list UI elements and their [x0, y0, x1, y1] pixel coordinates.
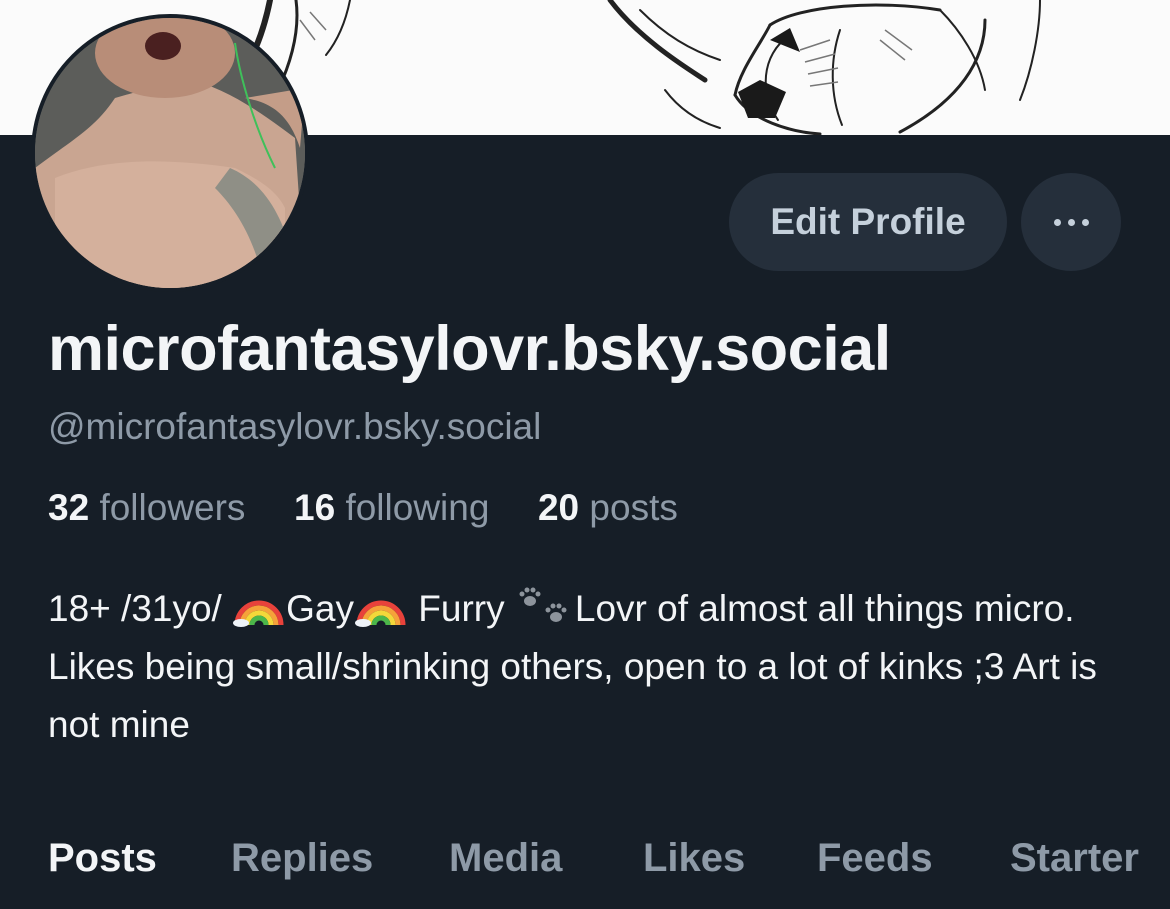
bio-text-age: 18+ /31yo/ [48, 588, 233, 629]
edit-profile-button[interactable]: Edit Profile [729, 173, 1007, 271]
posts-stat: 20 posts [528, 487, 678, 528]
profile-tabs: Posts Replies Media Likes Feeds Starter [0, 836, 1170, 896]
posts-label: posts [589, 487, 678, 528]
following-label: following [345, 487, 490, 528]
tab-likes[interactable]: Likes [643, 836, 745, 881]
profile-handle: @microfantasylovr.bsky.social [48, 406, 542, 447]
bio-text-gay: Gay [286, 588, 354, 629]
following-stat[interactable]: 16 following [284, 487, 500, 528]
followers-label: followers [99, 487, 246, 528]
rainbow-emoji [354, 600, 406, 627]
avatar-photo [35, 18, 305, 288]
profile-avatar[interactable] [31, 14, 309, 292]
followers-count: 32 [48, 487, 90, 528]
tab-replies[interactable]: Replies [231, 836, 373, 881]
profile-stats: 32 followers 16 following 20 posts [48, 487, 678, 529]
profile-bio: 18+ /31yo/ Gay Furry Lovr of almost all … [48, 580, 1128, 754]
more-options-button[interactable] [1021, 173, 1121, 271]
followers-stat[interactable]: 32 followers [48, 487, 256, 528]
profile-display-name: microfantasylovr.bsky.social [48, 314, 891, 384]
tab-feeds[interactable]: Feeds [817, 836, 933, 881]
tab-posts[interactable]: Posts [48, 836, 157, 881]
rainbow-emoji [233, 600, 284, 627]
paw-prints-emoji [519, 587, 567, 622]
tab-media[interactable]: Media [449, 836, 562, 881]
tab-starter[interactable]: Starter [1010, 836, 1139, 881]
following-count: 16 [294, 487, 336, 528]
more-horizontal-icon [1053, 218, 1089, 226]
bio-text-furry: Furry [407, 588, 515, 629]
posts-count: 20 [537, 487, 580, 528]
